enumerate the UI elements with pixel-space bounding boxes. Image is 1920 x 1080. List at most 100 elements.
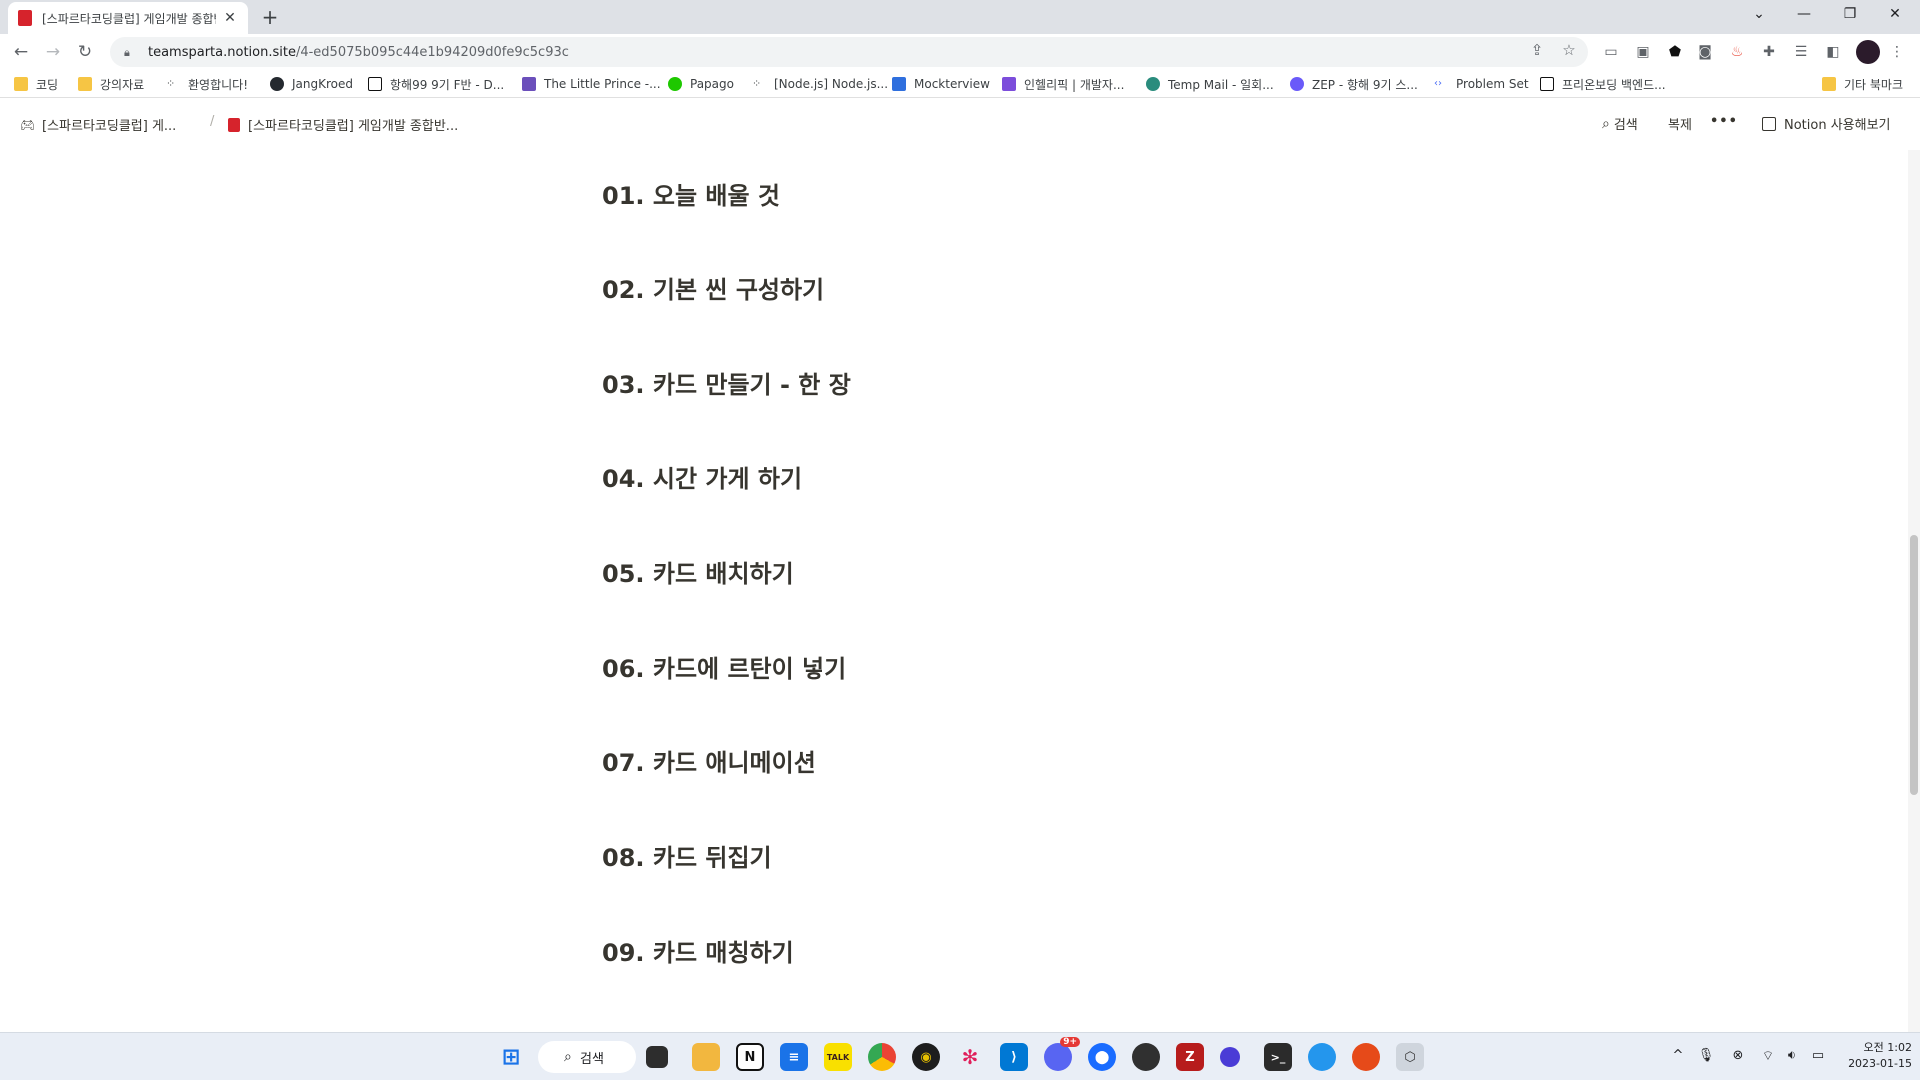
toggle-heading[interactable]: 04. 시간 가게 하기 xyxy=(602,459,802,494)
bookmark-item[interactable]: Mockterview xyxy=(892,75,990,93)
side-panel-icon[interactable]: ◧ xyxy=(1822,41,1844,63)
checkbox-icon xyxy=(1002,77,1016,91)
toggle-heading[interactable]: 08. 카드 뒤집기 xyxy=(602,838,772,873)
address-bar[interactable]: 🔒︎ teamsparta.notion.site/4-ed5075b095c4… xyxy=(110,37,1588,67)
bookmark-item[interactable]: 항해99 9기 F반 - D... xyxy=(368,75,504,93)
bookmark-item[interactable]: The Little Prince -... xyxy=(522,75,661,93)
unity-hub-icon[interactable]: ⬡ xyxy=(1396,1043,1424,1071)
tray-app-icon[interactable]: ⊗ xyxy=(1728,1048,1748,1063)
filezilla-icon[interactable]: Z xyxy=(1176,1043,1204,1071)
vscode-icon[interactable]: ⟩ xyxy=(1000,1043,1028,1071)
clock-time: 오전 1:02 xyxy=(1863,1041,1912,1054)
toggle-heading[interactable]: 02. 기본 씬 구성하기 xyxy=(602,270,824,305)
bird-app-icon[interactable] xyxy=(1352,1043,1380,1071)
bookmark-item[interactable]: Papago xyxy=(668,75,734,93)
share-icon[interactable]: ⇪ xyxy=(1526,41,1548,59)
profile-avatar[interactable] xyxy=(1856,40,1880,64)
search-icon: ⌕ xyxy=(564,1049,572,1065)
code-icon: ‹› xyxy=(1434,78,1442,89)
battery-icon[interactable]: ▭ xyxy=(1808,1048,1828,1063)
clock-date: 2023-01-15 xyxy=(1848,1057,1912,1070)
tab-search-chevron-icon[interactable]: ⌄ xyxy=(1737,0,1781,30)
chrome-icon[interactable] xyxy=(868,1043,896,1071)
discord-icon[interactable]: 9+ xyxy=(1044,1037,1080,1071)
taskbar-search[interactable]: ⌕ 검색 xyxy=(538,1041,636,1073)
forward-arrow-icon[interactable]: → xyxy=(40,39,66,65)
extensions-puzzle-icon[interactable]: ✚ xyxy=(1758,41,1780,63)
bookmark-item[interactable]: JangKroed xyxy=(270,75,353,93)
file-explorer-icon[interactable] xyxy=(692,1043,720,1071)
more-options-button[interactable]: ••• xyxy=(1710,114,1738,129)
system-clock[interactable]: 오전 1:02 2023-01-15 xyxy=(1832,1040,1912,1072)
bookmark-item[interactable]: 강의자료 xyxy=(78,75,144,93)
extension-screen-icon[interactable]: ▭ xyxy=(1600,41,1622,63)
obs-icon[interactable] xyxy=(1132,1043,1160,1071)
discord-badge: 9+ xyxy=(1060,1037,1080,1047)
search-button[interactable]: ⌕ 검색 xyxy=(1602,114,1638,134)
wifi-icon[interactable]: ⌔ xyxy=(1758,1048,1778,1064)
notion-app-icon[interactable]: N xyxy=(736,1043,764,1071)
restore-button[interactable]: ❐ xyxy=(1828,0,1872,30)
breadcrumb-separator: / xyxy=(210,114,215,129)
toggle-heading[interactable]: 01. 오늘 배울 것 xyxy=(602,176,780,211)
bookmark-item[interactable]: ‹› Problem Set xyxy=(1434,75,1529,93)
notepad-icon[interactable]: ≡ xyxy=(780,1043,808,1071)
bookmark-item[interactable]: ⁘ 환영합니다! xyxy=(166,75,248,93)
gamepad-icon: 🎮︎ xyxy=(20,117,36,132)
scrollbar-thumb[interactable] xyxy=(1910,535,1918,795)
breadcrumb-parent[interactable]: 🎮︎ [스파르타코딩클럽] 게... xyxy=(20,115,176,135)
toggle-heading[interactable]: 03. 카드 만들기 - 한 장 xyxy=(602,365,851,400)
back-arrow-icon[interactable]: ← xyxy=(8,39,34,65)
tray-chevron-icon[interactable]: ^ xyxy=(1668,1048,1688,1063)
bookmark-item[interactable]: ZEP - 항해 9기 스... xyxy=(1290,75,1418,93)
notion-icon xyxy=(1540,77,1554,91)
bookmark-item[interactable]: 프리온보딩 백엔드... xyxy=(1540,75,1666,93)
close-window-button[interactable]: ✕ xyxy=(1873,0,1917,30)
bookmark-item[interactable]: 인헬리픽 | 개발자... xyxy=(1002,75,1124,93)
task-view-icon[interactable] xyxy=(646,1046,668,1068)
dots-icon: ⁘ xyxy=(166,77,176,90)
bookmark-item[interactable]: ⁘ [Node.js] Node.js... xyxy=(752,75,888,93)
moon-app-icon[interactable] xyxy=(1220,1047,1240,1067)
toggle-heading[interactable]: 06. 카드에 르탄이 넣기 xyxy=(602,649,846,684)
reload-icon[interactable]: ↻ xyxy=(72,39,98,65)
location-pin-icon[interactable]: ⬤ xyxy=(1088,1043,1116,1071)
bookmark-item[interactable]: Temp Mail - 일회... xyxy=(1146,75,1274,93)
tempmail-icon xyxy=(1146,77,1160,91)
folder-icon xyxy=(78,77,92,91)
bookmark-item[interactable]: 코딩 xyxy=(14,75,58,93)
duplicate-button[interactable]: 복제 xyxy=(1668,114,1692,133)
browser-toolbar: ← → ↻ 🔒︎ teamsparta.notion.site/4-ed5075… xyxy=(0,34,1920,70)
microphone-icon[interactable]: 🎙︎ xyxy=(1696,1048,1716,1063)
extension-camera-icon[interactable]: ◙ xyxy=(1694,41,1716,63)
tab-close-icon[interactable]: ✕ xyxy=(222,10,238,26)
windows-start-icon[interactable]: ⊞ xyxy=(497,1043,525,1071)
notion-logo-icon xyxy=(1762,116,1776,131)
kakaotalk-icon[interactable]: TALK xyxy=(824,1043,852,1071)
new-tab-button[interactable]: + xyxy=(256,4,284,32)
media-queue-icon[interactable]: ☰ xyxy=(1790,41,1812,63)
toggle-heading[interactable]: 07. 카드 애니메이션 xyxy=(602,743,816,778)
browser-tab[interactable]: [스파르타코딩클럽] 게임개발 종합반 ✕ xyxy=(8,2,248,34)
terminal-icon[interactable]: >_ xyxy=(1264,1043,1292,1071)
extension-shield-icon[interactable]: ⬟ xyxy=(1664,41,1686,63)
other-bookmarks[interactable]: 기타 북마크 xyxy=(1822,75,1903,93)
toggle-heading[interactable]: 05. 카드 배치하기 xyxy=(602,554,794,589)
extension-red-icon[interactable]: ♨ xyxy=(1726,41,1748,63)
slack-icon[interactable]: ✻ xyxy=(956,1043,984,1071)
tab-title: [스파르타코딩클럽] 게임개발 종합반 xyxy=(42,11,216,26)
try-notion-button[interactable]: Notion 사용해보기 xyxy=(1762,114,1891,133)
app-circle-icon[interactable]: ◉ xyxy=(912,1043,940,1071)
breadcrumb-current[interactable]: [스파르타코딩클럽] 게임개발 종합반... xyxy=(228,115,458,134)
bookmark-star-icon[interactable]: ☆ xyxy=(1558,41,1580,59)
lock-icon[interactable]: 🔒︎ xyxy=(124,46,136,59)
notion-icon xyxy=(368,77,382,91)
menu-kebab-icon[interactable]: ⋮ xyxy=(1886,41,1908,63)
url-host: teamsparta.notion.site xyxy=(148,44,296,60)
docker-icon[interactable] xyxy=(1308,1043,1336,1071)
extension-window-icon[interactable]: ▣ xyxy=(1632,41,1654,63)
volume-icon[interactable]: 🔉︎ xyxy=(1782,1048,1802,1063)
minimize-button[interactable]: — xyxy=(1782,0,1826,30)
toggle-heading[interactable]: 09. 카드 매칭하기 xyxy=(602,933,794,968)
bookmarks-bar: 코딩 강의자료 ⁘ 환영합니다! JangKroed 항해99 9기 F반 - D… xyxy=(0,70,1920,98)
